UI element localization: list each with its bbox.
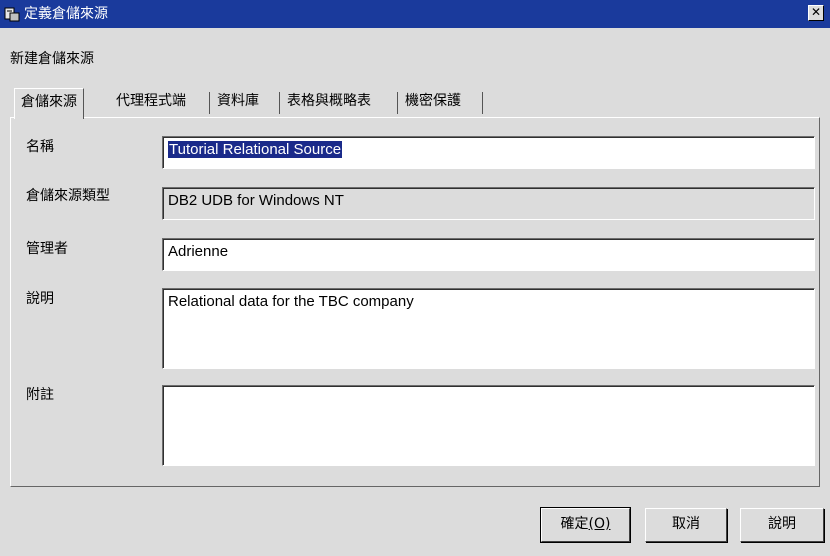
source-type-label: 倉儲來源類型 — [26, 188, 110, 204]
dialog-subtitle: 新建倉儲來源 — [10, 51, 94, 67]
close-button[interactable]: ✕ — [808, 5, 824, 21]
administrator-label: 管理者 — [26, 241, 68, 257]
administrator-field[interactable]: Adrienne — [162, 238, 815, 271]
ok-mnemonic: (O) — [588, 516, 611, 532]
ok-button[interactable]: 確定(O) — [540, 507, 631, 543]
administrator-value: Adrienne — [168, 243, 229, 260]
source-type-field: DB2 UDB for Windows NT — [162, 187, 815, 220]
description-label: 說明 — [26, 291, 54, 307]
description-field[interactable]: Relational data for the TBC company — [162, 288, 815, 369]
tab-security[interactable]: 機密保護 — [399, 88, 467, 116]
ok-label: 確定 — [560, 516, 589, 532]
tab-tables-views[interactable]: 表格與概略表 — [281, 88, 377, 116]
tab-divider — [279, 92, 280, 114]
source-type-value: DB2 UDB for Windows NT — [168, 192, 344, 209]
window-title: 定義倉儲來源 — [24, 6, 108, 22]
name-value: Tutorial Relational Source — [168, 141, 343, 158]
warehouse-source-icon — [4, 7, 20, 22]
notes-label: 附註 — [26, 387, 54, 403]
tab-divider — [397, 92, 398, 114]
name-label: 名稱 — [26, 139, 54, 155]
tab-warehouse-source[interactable]: 倉儲來源 — [14, 88, 84, 119]
cancel-button[interactable]: 取消 — [645, 508, 727, 542]
description-value: Relational data for the TBC company — [168, 293, 414, 310]
tab-database[interactable]: 資料庫 — [211, 88, 265, 116]
name-field[interactable]: Tutorial Relational Source — [162, 136, 815, 169]
tab-divider — [482, 92, 483, 114]
title-bar: 定義倉儲來源 ✕ — [0, 0, 830, 28]
notes-field[interactable] — [162, 385, 815, 466]
tab-divider — [209, 92, 210, 114]
tab-agent-site[interactable]: 代理程式端 — [110, 88, 192, 116]
help-button[interactable]: 說明 — [740, 508, 824, 542]
